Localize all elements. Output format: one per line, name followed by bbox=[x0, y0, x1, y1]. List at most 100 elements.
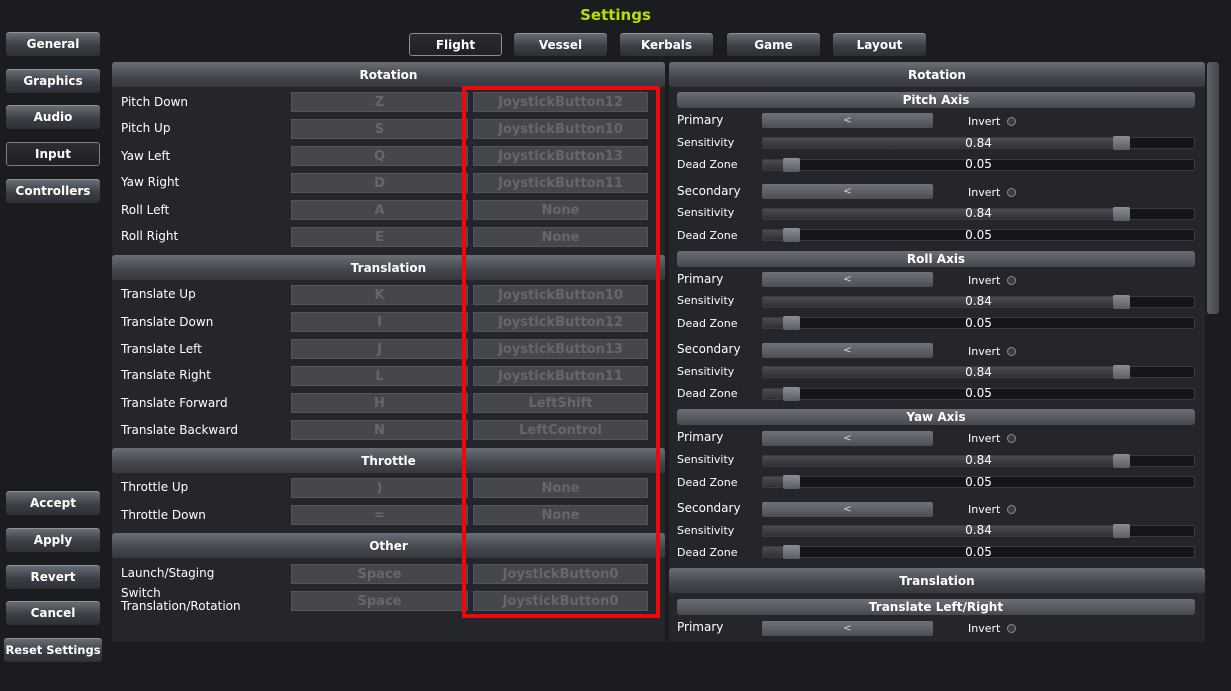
sensitivity-value: 0.84 bbox=[965, 136, 992, 150]
deadzone-label: Dead Zone bbox=[677, 476, 738, 489]
axis-header-roll: Roll Axis bbox=[677, 251, 1195, 267]
invert-radio[interactable] bbox=[1007, 117, 1016, 126]
binding-label: Launch/Staging bbox=[121, 566, 215, 580]
binding-label: Translate Right bbox=[121, 368, 211, 382]
binding-label: Translate Backward bbox=[121, 423, 238, 437]
sidebar-audio-button[interactable]: Audio bbox=[5, 104, 101, 130]
tab-kerbals[interactable]: Kerbals bbox=[619, 32, 714, 57]
primary-key-button[interactable]: A bbox=[291, 200, 468, 220]
sidebar-controllers-button[interactable]: Controllers bbox=[5, 178, 101, 204]
section-header-rotation: Rotation bbox=[112, 62, 665, 87]
deadzone-label: Dead Zone bbox=[677, 158, 738, 171]
axis-label: Secondary bbox=[677, 342, 741, 356]
sensitivity-value: 0.84 bbox=[965, 453, 992, 467]
primary-key-button[interactable]: ) bbox=[291, 478, 468, 498]
primary-key-button[interactable]: D bbox=[291, 173, 468, 193]
tab-layout[interactable]: Layout bbox=[832, 32, 927, 57]
binding-label: Throttle Up bbox=[121, 480, 189, 494]
deadzone-label: Dead Zone bbox=[677, 229, 738, 242]
sensitivity-label: Sensitivity bbox=[677, 136, 735, 149]
sensitivity-value: 0.84 bbox=[965, 365, 992, 379]
primary-key-button[interactable]: L bbox=[291, 366, 468, 386]
sidebar-graphics-button[interactable]: Graphics bbox=[5, 68, 101, 94]
apply-button[interactable]: Apply bbox=[5, 527, 101, 553]
primary-key-button[interactable]: Z bbox=[291, 92, 468, 112]
axis-label: Primary bbox=[677, 620, 724, 634]
primary-key-button[interactable]: Space bbox=[291, 564, 468, 584]
primary-key-button[interactable]: H bbox=[291, 393, 468, 413]
tab-game[interactable]: Game bbox=[726, 32, 821, 57]
sensitivity-label: Sensitivity bbox=[677, 453, 735, 466]
primary-key-button[interactable]: I bbox=[291, 312, 468, 332]
deadzone-value: 0.05 bbox=[965, 316, 992, 330]
binding-label: Yaw Right bbox=[121, 175, 180, 189]
axis-dropdown[interactable]: < bbox=[762, 431, 933, 446]
primary-key-button[interactable]: = bbox=[291, 505, 468, 525]
invert-radio[interactable] bbox=[1007, 276, 1016, 285]
invert-label: Invert bbox=[968, 115, 1001, 128]
invert-label: Invert bbox=[968, 186, 1001, 199]
axis-dropdown[interactable]: < bbox=[762, 621, 933, 636]
deadzone-label: Dead Zone bbox=[677, 546, 738, 559]
axis-header-yaw: Yaw Axis bbox=[677, 409, 1195, 425]
axis-label: Primary bbox=[677, 113, 724, 127]
cancel-button[interactable]: Cancel bbox=[5, 600, 101, 626]
sensitivity-label: Sensitivity bbox=[677, 365, 735, 378]
invert-radio[interactable] bbox=[1007, 347, 1016, 356]
sensitivity-value: 0.84 bbox=[965, 294, 992, 308]
sensitivity-value: 0.84 bbox=[965, 523, 992, 537]
primary-key-button[interactable]: Space bbox=[291, 591, 468, 611]
binding-label: Throttle Down bbox=[121, 508, 206, 522]
axis-dropdown[interactable]: < bbox=[762, 272, 933, 287]
axis-dropdown[interactable]: < bbox=[762, 184, 933, 199]
binding-label: Pitch Up bbox=[121, 121, 171, 135]
primary-key-button[interactable]: N bbox=[291, 420, 468, 440]
invert-label: Invert bbox=[968, 432, 1001, 445]
axis-header-pitch: Pitch Axis bbox=[677, 92, 1195, 108]
deadzone-value: 0.05 bbox=[965, 475, 992, 489]
binding-label: Roll Right bbox=[121, 229, 179, 243]
primary-key-button[interactable]: J bbox=[291, 339, 468, 359]
accept-button[interactable]: Accept bbox=[5, 490, 101, 516]
tab-vessel[interactable]: Vessel bbox=[513, 32, 608, 57]
invert-radio[interactable] bbox=[1007, 188, 1016, 197]
invert-label: Invert bbox=[968, 503, 1001, 516]
primary-key-button[interactable]: K bbox=[291, 285, 468, 305]
axis-dropdown[interactable]: < bbox=[762, 502, 933, 517]
reset-settings-button[interactable]: Reset Settings bbox=[3, 637, 103, 663]
binding-label: Translate Up bbox=[121, 287, 196, 301]
invert-radio[interactable] bbox=[1007, 624, 1016, 633]
axis-dropdown[interactable]: < bbox=[762, 343, 933, 358]
sensitivity-label: Sensitivity bbox=[677, 294, 735, 307]
primary-key-button[interactable]: Q bbox=[291, 146, 468, 166]
page-title: Settings bbox=[580, 6, 651, 24]
binding-label: Pitch Down bbox=[121, 95, 189, 109]
sensitivity-label: Sensitivity bbox=[677, 206, 735, 219]
binding-label: Switch Translation/Rotation bbox=[121, 586, 241, 613]
invert-label: Invert bbox=[968, 622, 1001, 635]
sensitivity-value: 0.84 bbox=[965, 206, 992, 220]
scrollbar-thumb[interactable] bbox=[1207, 62, 1219, 314]
binding-label: Roll Left bbox=[121, 203, 170, 217]
highlight-box bbox=[462, 86, 660, 618]
axis-label: Secondary bbox=[677, 184, 741, 198]
revert-button[interactable]: Revert bbox=[5, 564, 101, 590]
tab-flight[interactable]: Flight bbox=[408, 32, 503, 57]
axis-label: Secondary bbox=[677, 501, 741, 515]
primary-key-button[interactable]: E bbox=[291, 227, 468, 247]
axis-dropdown[interactable]: < bbox=[762, 113, 933, 128]
sidebar-input-button[interactable]: Input bbox=[5, 141, 101, 167]
invert-label: Invert bbox=[968, 274, 1001, 287]
axis-label: Primary bbox=[677, 430, 724, 444]
binding-label: Translate Down bbox=[121, 315, 214, 329]
sidebar-general-button[interactable]: General bbox=[5, 31, 101, 57]
invert-radio[interactable] bbox=[1007, 434, 1016, 443]
deadzone-value: 0.05 bbox=[965, 386, 992, 400]
deadzone-value: 0.05 bbox=[965, 228, 992, 242]
deadzone-label: Dead Zone bbox=[677, 387, 738, 400]
primary-key-button[interactable]: S bbox=[291, 119, 468, 139]
section-header-translation-axes: Translation bbox=[669, 568, 1205, 593]
scrollbar[interactable] bbox=[1206, 62, 1220, 642]
invert-label: Invert bbox=[968, 345, 1001, 358]
invert-radio[interactable] bbox=[1007, 505, 1016, 514]
